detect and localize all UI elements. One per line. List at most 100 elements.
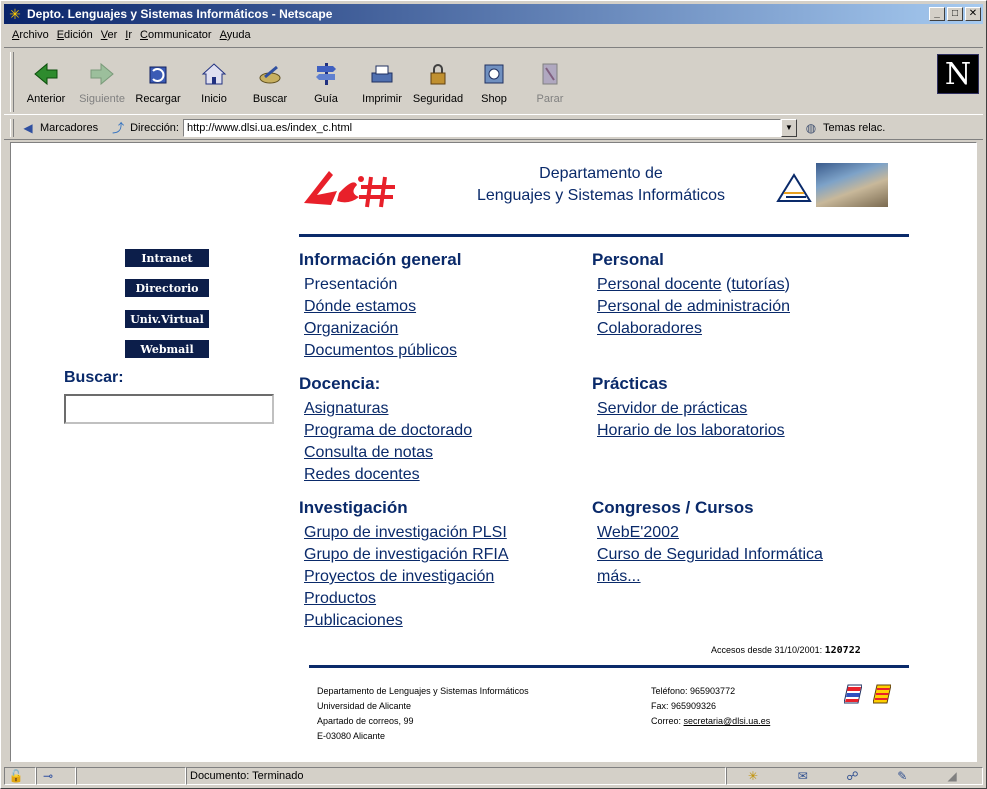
link-asignaturas[interactable]: Asignaturas [304,398,472,420]
university-logo[interactable] [774,171,814,205]
link-personal-administracion[interactable]: Personal de administración [597,296,790,318]
discussions-icon[interactable]: ☍ [844,769,860,783]
link-servidor-practicas[interactable]: Servidor de prácticas [597,398,785,420]
link-tutorias[interactable]: tutorías [731,276,784,293]
print-icon [371,65,393,83]
link-redes-docentes[interactable]: Redes docentes [304,464,472,486]
bookmarks-button[interactable]: Marcadores [40,122,98,134]
link-horario-laboratorios[interactable]: Horario de los laboratorios [597,420,785,442]
title-bar[interactable]: ✳ Depto. Lenguajes y Sistemas Informátic… [4,4,983,24]
reload-button[interactable]: Recargar [130,48,186,108]
stop-button[interactable]: Parar [522,48,578,108]
valencian-flag-icon[interactable] [873,684,891,704]
footer-dept: Departamento de Lenguajes y Sistemas Inf… [317,686,529,696]
url-input[interactable]: http://www.dlsi.ua.es/index_c.html [182,118,781,137]
link-grupo-rfia[interactable]: Grupo de investigación RFIA [304,544,509,566]
reload-icon [149,66,167,84]
link-grupo-plsi[interactable]: Grupo de investigación PLSI [304,522,509,544]
personal-links: Personal docente (tutorías) Personal de … [597,274,790,340]
footer-fax: Fax: 965909326 [651,701,717,711]
footer-address: Departamento de Lenguajes y Sistemas Inf… [317,684,529,744]
directorio-button[interactable]: Directorio [124,278,210,298]
link-organizacion[interactable]: Organización [304,318,457,340]
spanish-flag-icon[interactable] [844,684,862,704]
print-label: Imprimir [362,93,402,105]
link-presentacion[interactable]: Presentación [304,274,457,296]
dept-title-line1: Departamento de [539,165,663,182]
section-investigacion: Investigación [299,498,408,517]
intranet-button[interactable]: Intranet [124,248,210,268]
related-icon[interactable]: ◍ [803,121,819,135]
search-button[interactable]: Buscar [242,48,298,108]
building-photo[interactable] [816,163,888,207]
menu-ver[interactable]: Ver [99,29,124,41]
status-bar: 🔓 ⊸ Documento: Terminado ✳ ✉ ☍ ✎ ◢ [4,765,983,786]
footer-contact: Teléfono: 965903772 Fax: 965909326 Corre… [651,684,770,729]
footer-university: Universidad de Alicante [317,701,412,711]
resize-grip-icon[interactable]: ◢ [944,769,960,783]
mail-icon[interactable]: ✉ [795,769,811,783]
back-arrow-icon [34,62,58,86]
lock-status-icon: 🔓 [8,768,24,783]
maximize-button[interactable]: □ [947,7,963,21]
forward-arrow-icon [90,62,114,86]
toolbar-grip[interactable] [10,52,14,112]
link-programa-doctorado[interactable]: Programa de doctorado [304,420,472,442]
link-proyectos-investigacion[interactable]: Proyectos de investigación [304,566,509,588]
back-button[interactable]: Anterior [18,48,74,108]
search-icon [259,65,281,84]
related-topics-button[interactable]: Temas relac. [823,122,885,134]
link-curso-seguridad[interactable]: Curso de Seguridad Informática [597,544,823,566]
link-publicaciones[interactable]: Publicaciones [304,610,509,632]
location-grip[interactable] [10,118,14,137]
link-webe2002[interactable]: WebE'2002 [597,522,823,544]
shop-label: Shop [481,93,507,105]
link-consulta-notas[interactable]: Consulta de notas [304,442,472,464]
forward-button[interactable]: Siguiente [74,48,130,108]
paren-close: ) [784,276,790,293]
section-info-general: Información general [299,250,462,269]
back-label: Anterior [26,93,66,105]
netscape-logo[interactable]: N [937,54,979,94]
footer-mail-link[interactable]: secretaria@dlsi.ua.es [684,716,771,726]
link-colaboradores[interactable]: Colaboradores [597,318,790,340]
location-icon[interactable]: ⤴ [110,121,126,135]
print-button[interactable]: Imprimir [354,48,410,108]
search-label: Buscar [252,93,288,105]
guide-button[interactable]: Guía [298,48,354,108]
section-congresos-cursos: Congresos / Cursos [592,498,754,517]
search-input[interactable] [64,394,274,424]
navigator-icon[interactable]: ✳ [745,769,761,783]
home-button[interactable]: Inicio [186,48,242,108]
menu-ir[interactable]: Ir [123,29,138,41]
close-button[interactable]: ✕ [965,7,981,21]
menu-ayuda[interactable]: Ayuda [218,29,257,41]
url-dropdown-button[interactable]: ▼ [780,118,797,137]
reload-label: Recargar [135,93,181,105]
footer-phone: Teléfono: 965903772 [651,686,736,696]
link-documentos-publicos[interactable]: Documentos públicos [304,340,457,362]
section-practicas: Prácticas [592,374,668,393]
congresos-links: WebE'2002 Curso de Seguridad Informática… [597,522,823,588]
menu-archivo[interactable]: Archivo [10,29,55,41]
practicas-links: Servidor de prácticas Horario de los lab… [597,398,785,442]
bookmarks-icon[interactable]: ◀ [20,121,36,135]
dlsi-logo[interactable] [299,163,404,213]
composer-icon[interactable]: ✎ [894,769,910,783]
security-status[interactable]: 🔓 [4,766,36,785]
security-button[interactable]: Seguridad [410,48,466,108]
minimize-button[interactable]: _ [929,7,945,21]
link-donde-estamos[interactable]: Dónde estamos [304,296,457,318]
home-label: Inicio [201,93,227,105]
shop-icon [484,64,504,84]
shop-button[interactable]: Shop [466,48,522,108]
link-personal-docente[interactable]: Personal docente [597,276,722,293]
menu-edicion[interactable]: Edición [55,29,99,41]
home-icon [201,63,227,85]
univ-virtual-button[interactable]: Univ.Virtual [124,309,210,329]
link-mas[interactable]: más... [597,566,823,588]
menu-communicator[interactable]: Communicator [138,29,218,41]
link-productos[interactable]: Productos [304,588,509,610]
window-title: Depto. Lenguajes y Sistemas Informáticos… [27,7,333,21]
webmail-button[interactable]: Webmail [124,339,210,359]
